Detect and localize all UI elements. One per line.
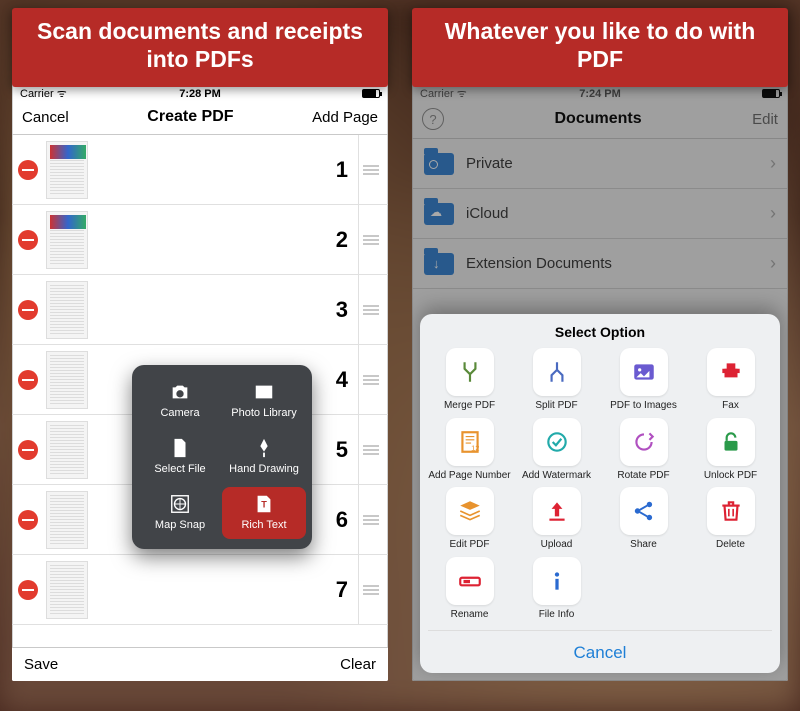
unlock-icon: [718, 429, 744, 455]
add-source-popover: Camera Photo Library Select File Hand Dr…: [132, 365, 312, 549]
page-number: 4: [336, 367, 358, 393]
nav-bar: Cancel Create PDF Add Page: [12, 102, 388, 135]
option-file-info[interactable]: File Info: [515, 557, 598, 621]
option-pdf-to-images[interactable]: PDF to Images: [602, 348, 685, 412]
delete-icon[interactable]: [18, 300, 38, 320]
delete-icon[interactable]: [18, 370, 38, 390]
rich-text-icon: T: [251, 493, 277, 515]
popover-map-snap[interactable]: Map Snap: [138, 487, 222, 539]
rotate-icon: [631, 429, 657, 455]
option-merge-pdf[interactable]: Merge PDF: [428, 348, 511, 412]
page-row[interactable]: 3: [12, 275, 388, 345]
phone-left: Carrier ᯤ 7:28 PM Cancel Create PDF Add …: [12, 83, 388, 681]
split-icon: [544, 359, 570, 385]
delete-icon[interactable]: [18, 160, 38, 180]
option-split-pdf[interactable]: Split PDF: [515, 348, 598, 412]
page-thumb: [46, 421, 88, 479]
add-page-button[interactable]: Add Page: [312, 109, 378, 126]
cancel-button[interactable]: Cancel: [22, 109, 69, 126]
battery-icon: [362, 89, 380, 98]
banner-right: Whatever you like to do with PDF: [412, 8, 788, 87]
option-rotate-pdf[interactable]: Rotate PDF: [602, 418, 685, 482]
rename-icon: [457, 568, 483, 594]
trash-icon: [718, 498, 744, 524]
edit-layers-icon: [457, 498, 483, 524]
page-number: 3: [336, 297, 358, 323]
delete-icon[interactable]: [18, 440, 38, 460]
page-row[interactable]: 7: [12, 555, 388, 625]
pen-icon: [251, 437, 277, 459]
page-number: 2: [336, 227, 358, 253]
popover-camera[interactable]: Camera: [138, 375, 222, 427]
share-icon: [631, 498, 657, 524]
option-add-watermark[interactable]: Add Watermark: [515, 418, 598, 482]
drag-handle-icon[interactable]: [358, 415, 382, 484]
fax-icon: [718, 359, 744, 385]
nav-title: Create PDF: [147, 108, 233, 126]
page-number: 5: [336, 437, 358, 463]
page-row[interactable]: 2: [12, 205, 388, 275]
popover-hand-drawing[interactable]: Hand Drawing: [222, 431, 306, 483]
photo-library-icon: [251, 381, 277, 403]
drag-handle-icon[interactable]: [358, 345, 382, 414]
drag-handle-icon[interactable]: [358, 135, 382, 204]
clear-button[interactable]: Clear: [340, 656, 376, 673]
page-thumb: [46, 351, 88, 409]
option-rename[interactable]: Rename: [428, 557, 511, 621]
camera-icon: [167, 381, 193, 403]
popover-select-file[interactable]: Select File: [138, 431, 222, 483]
delete-icon[interactable]: [18, 580, 38, 600]
save-button[interactable]: Save: [24, 656, 58, 673]
page-row[interactable]: 1: [12, 135, 388, 205]
option-delete[interactable]: Delete: [689, 487, 772, 551]
page-number: 6: [336, 507, 358, 533]
phone-right: Carrier ᯤ 7:24 PM ? Documents Edit Priva…: [412, 83, 788, 681]
page-number-icon: 12: [457, 429, 483, 455]
image-icon: [631, 359, 657, 385]
page-thumb: [46, 141, 88, 199]
drag-handle-icon[interactable]: [358, 205, 382, 274]
option-edit-pdf[interactable]: Edit PDF: [428, 487, 511, 551]
svg-text:T: T: [261, 500, 267, 510]
option-fax[interactable]: Fax: [689, 348, 772, 412]
status-time: 7:28 PM: [12, 88, 388, 100]
option-upload[interactable]: Upload: [515, 487, 598, 551]
page-thumb: [46, 211, 88, 269]
option-share[interactable]: Share: [602, 487, 685, 551]
option-unlock-pdf[interactable]: Unlock PDF: [689, 418, 772, 482]
sheet-cancel-button[interactable]: Cancel: [428, 630, 772, 673]
sheet-title: Select Option: [428, 324, 772, 340]
drag-handle-icon[interactable]: [358, 555, 382, 624]
drag-handle-icon[interactable]: [358, 485, 382, 554]
svg-text:12: 12: [471, 443, 479, 452]
banner-left: Scan documents and receipts into PDFs: [12, 8, 388, 87]
file-icon: [167, 437, 193, 459]
action-sheet: Select Option Merge PDF Split PDF PDF to…: [420, 314, 780, 673]
page-thumb: [46, 281, 88, 339]
bottom-toolbar: Save Clear: [12, 647, 388, 681]
delete-icon[interactable]: [18, 510, 38, 530]
watermark-icon: [544, 429, 570, 455]
delete-icon[interactable]: [18, 230, 38, 250]
popover-photo-library[interactable]: Photo Library: [222, 375, 306, 427]
page-thumb: [46, 491, 88, 549]
page-thumb: [46, 561, 88, 619]
drag-handle-icon[interactable]: [358, 275, 382, 344]
globe-icon: [167, 493, 193, 515]
option-add-page-number[interactable]: 12Add Page Number: [428, 418, 511, 482]
merge-icon: [457, 359, 483, 385]
popover-rich-text[interactable]: TRich Text: [222, 487, 306, 539]
page-number: 1: [336, 157, 358, 183]
info-icon: [544, 568, 570, 594]
page-number: 7: [336, 577, 358, 603]
upload-icon: [544, 498, 570, 524]
